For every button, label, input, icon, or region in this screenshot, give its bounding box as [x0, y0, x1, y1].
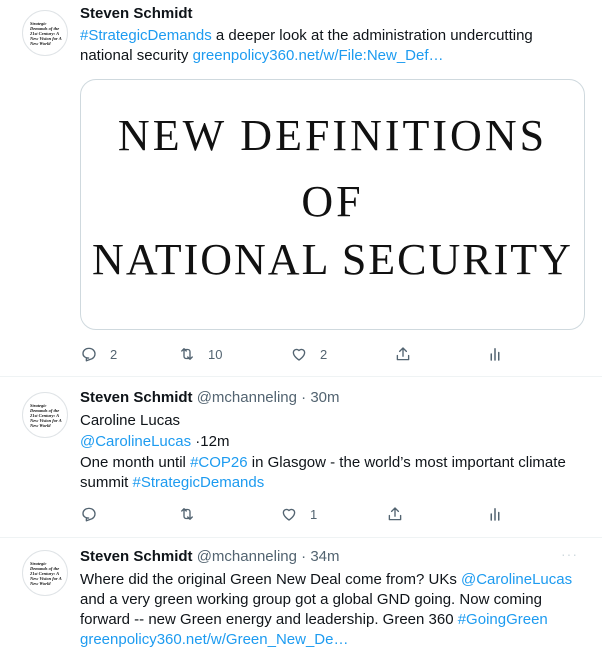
analytics-icon	[490, 508, 500, 521]
author-handle[interactable]: @mchanneling	[197, 389, 297, 406]
avatar-text: Strategic Demands of the 21st Century: A…	[30, 21, 62, 46]
url-link[interactable]: greenpolicy360.net/w/Green_New_De…	[80, 631, 348, 648]
author-name[interactable]: Steven Schmidt	[80, 5, 193, 22]
tweet-text-segment: One month until	[80, 454, 191, 471]
reply-count: 2	[110, 346, 118, 362]
tweet-text: #StrategicDemands a deeper look at the a…	[80, 26, 560, 66]
share-icon	[388, 507, 402, 521]
tweet-header: Steven Schmidt @mchanneling · 34m	[80, 547, 340, 567]
retweet-icon	[181, 348, 193, 360]
retweet-icon	[181, 508, 193, 520]
tweet-header: Steven Schmidt @mchanneling · 30m	[80, 388, 340, 408]
share-icon	[396, 347, 410, 361]
reply-button[interactable]: 2	[80, 344, 117, 364]
quoted-meta-line: @CarolineLucas ·12m	[80, 432, 580, 452]
analytics-button[interactable]	[486, 504, 504, 524]
reply-icon	[82, 347, 96, 362]
like-button[interactable]: 1	[280, 504, 317, 524]
like-count: 1	[310, 506, 318, 522]
tweet-1[interactable]: Strategic Demands of the 21st Century: A…	[0, 0, 602, 376]
tweet-text: Where did the original Green New Deal co…	[80, 570, 580, 650]
avatar-text: Strategic Demands of the 21st Century: A…	[30, 403, 62, 428]
more-options-button[interactable]: ···	[561, 546, 578, 562]
quoted-text: One month until #COP26 in Glasgow - the …	[80, 453, 580, 493]
reply-icon	[82, 507, 96, 522]
like-icon	[292, 348, 306, 361]
avatar[interactable]: Strategic Demands of the 21st Century: A…	[22, 10, 68, 56]
author-handle[interactable]: @mchanneling	[197, 548, 297, 565]
hashtag-link[interactable]: #StrategicDemands	[133, 474, 265, 491]
quoted-author-name: Caroline Lucas	[80, 412, 181, 429]
analytics-button[interactable]	[486, 344, 504, 364]
url-link[interactable]: greenpolicy360.net/w/File:New_Def…	[193, 47, 444, 64]
tweet-2[interactable]: Strategic Demands of the 21st Century: A…	[0, 377, 602, 537]
media-text-line: NEW DEFINITIONS	[117, 111, 548, 160]
retweet-button[interactable]	[178, 504, 208, 524]
reply-button[interactable]	[80, 504, 110, 524]
retweet-count: 10	[208, 346, 223, 362]
tweet-3[interactable]: Strategic Demands of the 21st Century: A…	[0, 538, 602, 658]
hashtag-link[interactable]: #COP26	[190, 454, 248, 471]
tweet-text: Caroline Lucas @CarolineLucas ·12m One m…	[80, 411, 580, 493]
like-button[interactable]: 2	[290, 344, 327, 364]
mention-link[interactable]: @CarolineLucas	[80, 433, 191, 450]
hashtag-link[interactable]: #GoingGreen	[458, 611, 548, 628]
tweet-time[interactable]: · 34m	[301, 548, 339, 565]
avatar[interactable]: Strategic Demands of the 21st Century: A…	[22, 392, 68, 438]
avatar-text: Strategic Demands of the 21st Century: A…	[30, 561, 62, 586]
avatar[interactable]: Strategic Demands of the 21st Century: A…	[22, 550, 68, 596]
tweet-actions: 2 10 2	[80, 344, 520, 364]
tweet-time[interactable]: · 30m	[301, 389, 339, 406]
tweet-header: Steven Schmidt	[80, 4, 193, 24]
tweet-actions: 1	[80, 504, 520, 524]
author-name[interactable]: Steven Schmidt	[80, 548, 193, 565]
quoted-time: ·12m	[191, 433, 230, 450]
share-button[interactable]	[386, 504, 404, 524]
mention-link[interactable]: @CarolineLucas	[461, 571, 572, 588]
like-count: 2	[320, 346, 328, 362]
tweet-text-segment: Where did the original Green New Deal co…	[80, 571, 461, 588]
retweet-button[interactable]: 10	[178, 344, 222, 364]
author-name[interactable]: Steven Schmidt	[80, 389, 193, 406]
tweet-media-image[interactable]: NEW DEFINITIONS OF NATIONAL SECURITY	[80, 79, 585, 330]
like-icon	[282, 508, 296, 521]
media-text-line: NATIONAL SECURITY	[92, 235, 573, 284]
analytics-icon	[490, 348, 500, 361]
hashtag-link[interactable]: #StrategicDemands	[80, 27, 212, 44]
media-text-line: OF	[301, 177, 364, 226]
share-button[interactable]	[394, 344, 412, 364]
